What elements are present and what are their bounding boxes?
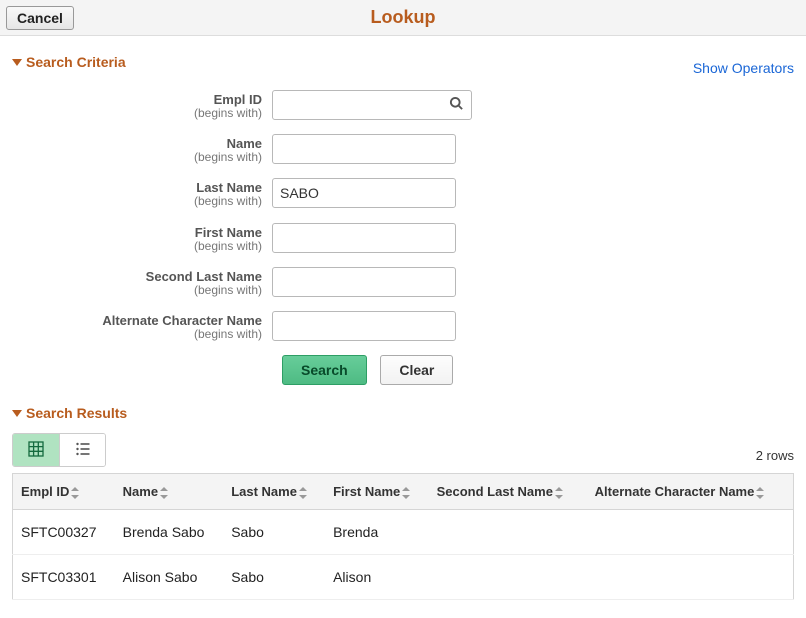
cell-empl-id: SFTC00327	[13, 510, 115, 555]
cell-alt-char-name	[587, 555, 794, 600]
criteria-toggle[interactable]: Search Criteria	[12, 54, 126, 70]
sort-icon	[555, 487, 563, 499]
empl-id-hint: (begins with)	[12, 107, 262, 120]
chevron-down-icon	[12, 59, 22, 66]
name-label: Name	[12, 136, 262, 151]
table-row[interactable]: SFTC03301 Alison Sabo Sabo Alison	[13, 555, 794, 600]
alt-char-name-hint: (begins with)	[12, 328, 262, 341]
cell-name: Alison Sabo	[115, 555, 224, 600]
first-name-label: First Name	[12, 225, 262, 240]
second-last-name-input[interactable]	[272, 267, 456, 297]
name-hint: (begins with)	[12, 151, 262, 164]
name-input[interactable]	[272, 134, 456, 164]
alt-char-name-input[interactable]	[272, 311, 456, 341]
results-toggle[interactable]: Search Results	[12, 405, 794, 421]
sort-icon	[160, 487, 168, 499]
cell-first-name: Brenda	[325, 510, 429, 555]
last-name-hint: (begins with)	[12, 195, 262, 208]
col-second-last-name[interactable]: Second Last Name	[429, 474, 587, 510]
cell-empl-id: SFTC03301	[13, 555, 115, 600]
col-last-name[interactable]: Last Name	[223, 474, 325, 510]
sort-icon	[402, 487, 410, 499]
cell-second-last-name	[429, 510, 587, 555]
search-criteria-form: Empl ID (begins with) Name (begins with)…	[12, 90, 794, 385]
first-name-input[interactable]	[272, 223, 456, 253]
view-toggle	[12, 433, 106, 467]
empl-id-label: Empl ID	[12, 92, 262, 107]
sort-icon	[299, 487, 307, 499]
results-table: Empl ID Name Last Name First Name Second…	[12, 473, 794, 600]
cell-second-last-name	[429, 555, 587, 600]
empl-id-input[interactable]	[272, 90, 472, 120]
sort-icon	[71, 487, 79, 499]
clear-button[interactable]: Clear	[380, 355, 453, 385]
sort-icon	[756, 487, 764, 499]
cell-first-name: Alison	[325, 555, 429, 600]
page-title: Lookup	[0, 7, 806, 28]
row-count: 2 rows	[756, 448, 794, 467]
list-view-button[interactable]	[59, 434, 105, 466]
cell-name: Brenda Sabo	[115, 510, 224, 555]
last-name-input[interactable]	[272, 178, 456, 208]
search-button[interactable]: Search	[282, 355, 367, 385]
second-last-name-hint: (begins with)	[12, 284, 262, 297]
cell-alt-char-name	[587, 510, 794, 555]
page-header: Cancel Lookup	[0, 0, 806, 36]
first-name-hint: (begins with)	[12, 240, 262, 253]
grid-view-button[interactable]	[13, 434, 59, 466]
results-title: Search Results	[26, 405, 127, 421]
col-empl-id[interactable]: Empl ID	[13, 474, 115, 510]
list-icon	[75, 441, 91, 460]
criteria-title: Search Criteria	[26, 54, 126, 70]
cell-last-name: Sabo	[223, 555, 325, 600]
table-row[interactable]: SFTC00327 Brenda Sabo Sabo Brenda	[13, 510, 794, 555]
grid-icon	[28, 441, 44, 460]
cell-last-name: Sabo	[223, 510, 325, 555]
chevron-down-icon	[12, 410, 22, 417]
col-name[interactable]: Name	[115, 474, 224, 510]
col-alt-char-name[interactable]: Alternate Character Name	[587, 474, 794, 510]
last-name-label: Last Name	[12, 180, 262, 195]
alt-char-name-label: Alternate Character Name	[12, 313, 262, 328]
col-first-name[interactable]: First Name	[325, 474, 429, 510]
second-last-name-label: Second Last Name	[12, 269, 262, 284]
show-operators-link[interactable]: Show Operators	[693, 60, 794, 76]
cancel-button[interactable]: Cancel	[6, 6, 74, 30]
